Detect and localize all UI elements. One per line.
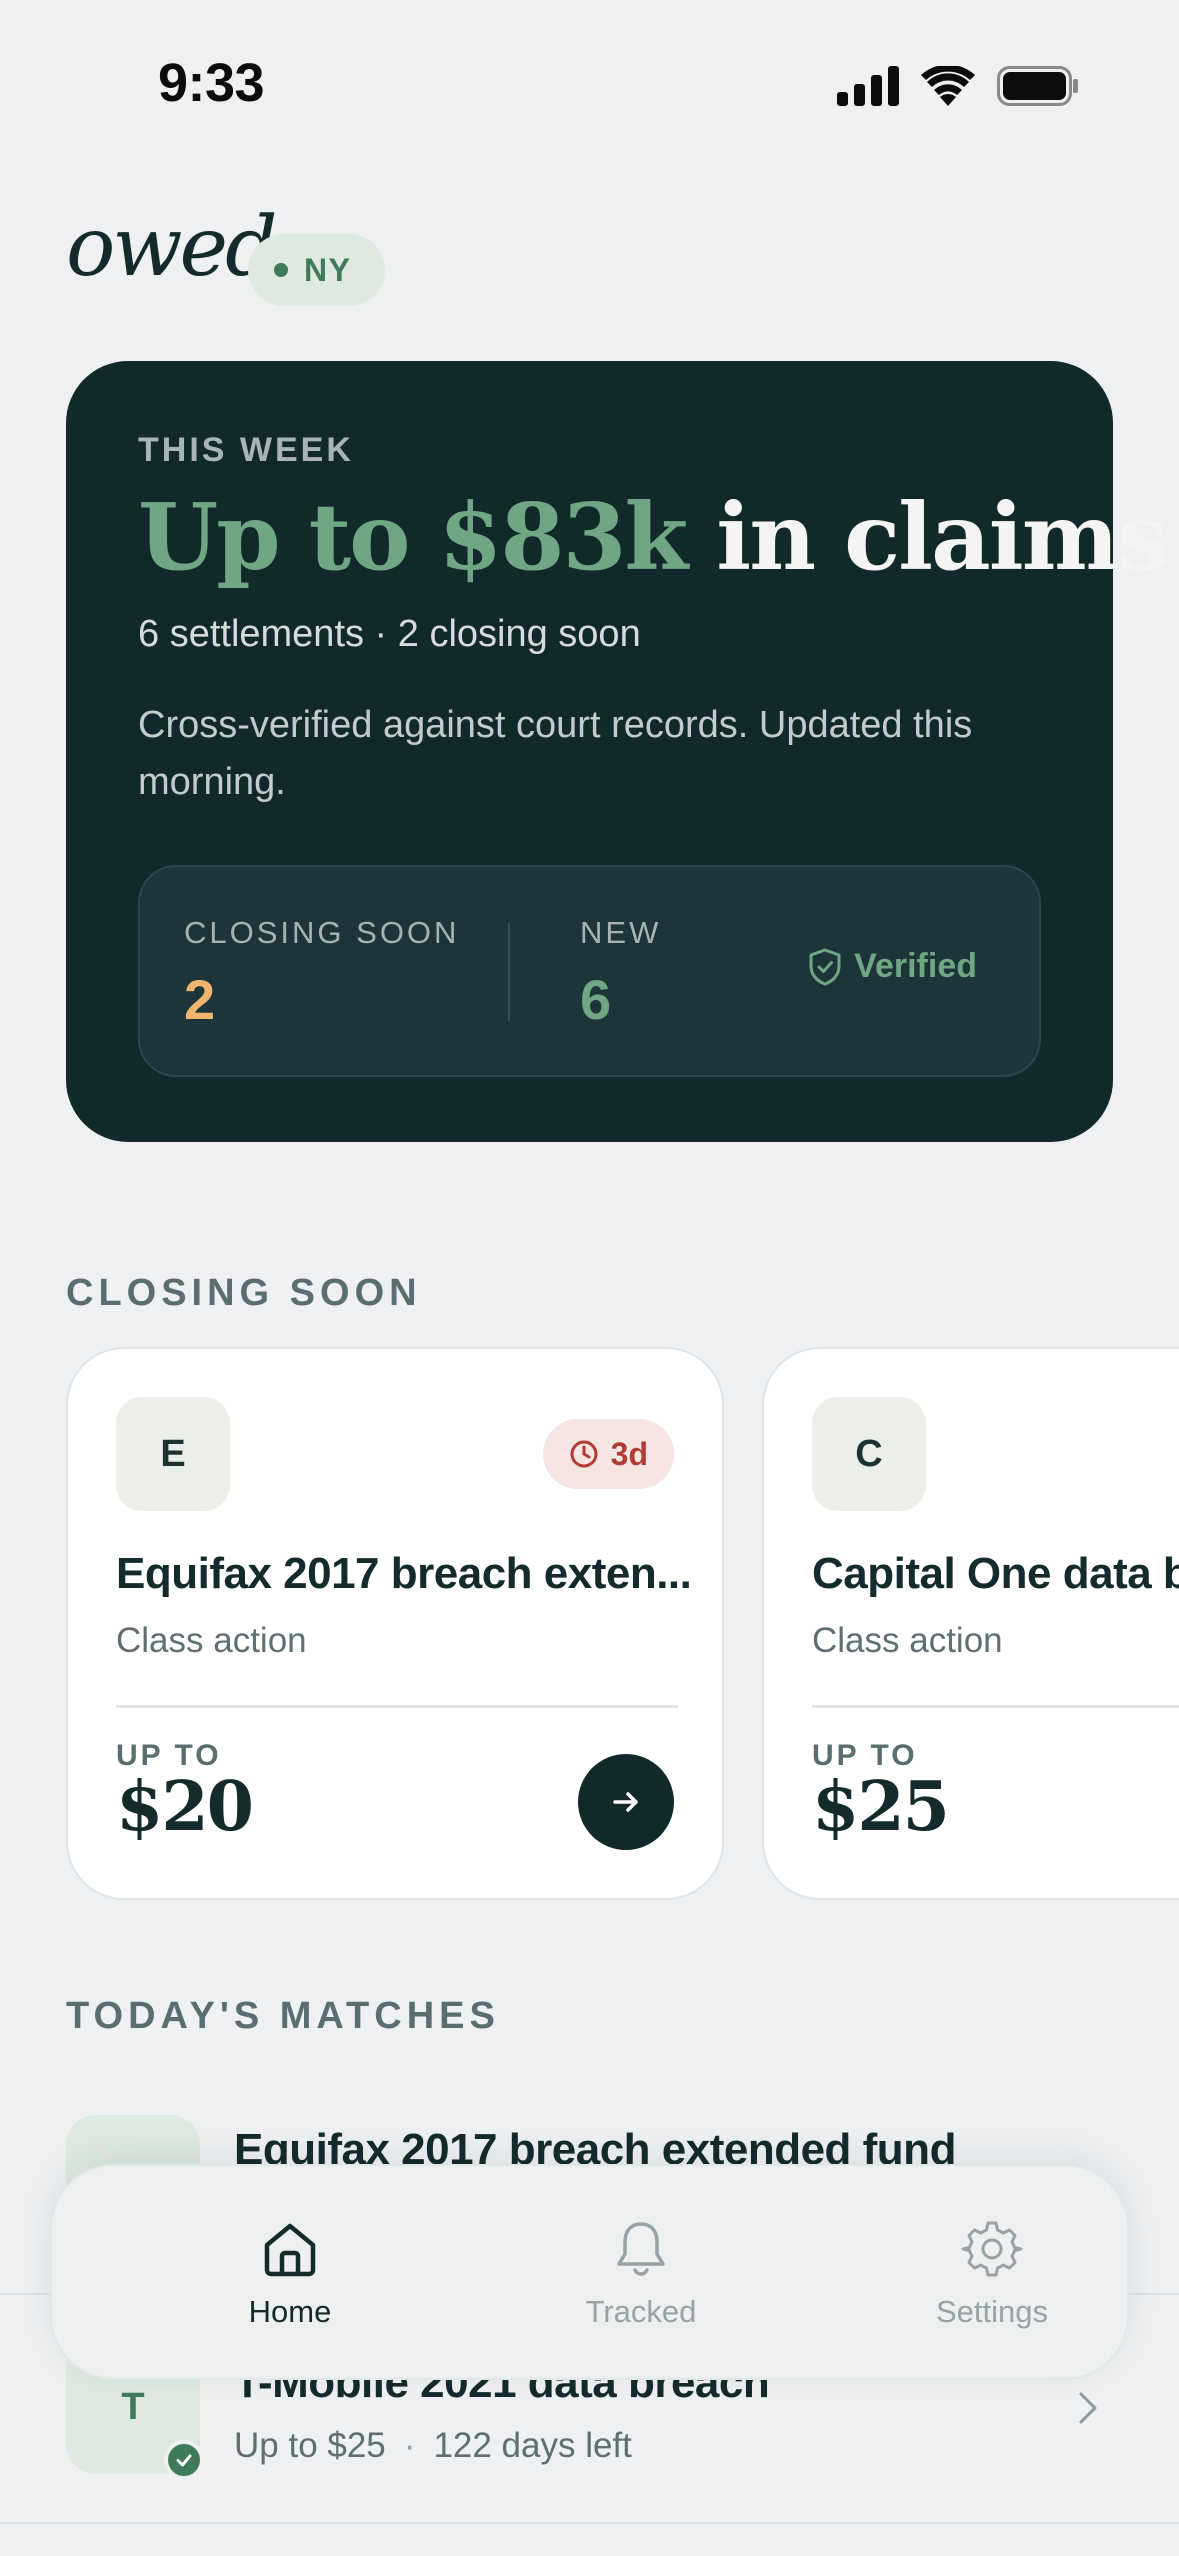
stat-divider — [508, 923, 510, 1021]
shield-check-icon — [809, 948, 841, 985]
closing-soon-heading: CLOSING SOON — [66, 1272, 422, 1314]
tab-home-label: Home — [248, 2294, 332, 2329]
todays-matches-heading: TODAY'S MATCHES — [66, 1995, 500, 2037]
card-avatar: E — [116, 1397, 230, 1511]
closing-card[interactable]: E 3d Equifax 2017 breach exten... Class … — [66, 1347, 724, 1900]
cellular-signal-icon — [837, 66, 899, 106]
hero-eyebrow: THIS WEEK — [138, 431, 354, 469]
status-time: 9:33 — [158, 53, 265, 113]
status-bar: 9:33 — [0, 0, 1179, 170]
tab-bar: Home Tracked Settings — [50, 2164, 1129, 2380]
deadline-badge: 3d — [542, 1419, 674, 1489]
match-days-left: 122 days left — [433, 2426, 632, 2465]
new-stat-label: NEW — [580, 915, 662, 950]
state-dot-icon — [274, 263, 288, 277]
tab-settings[interactable]: Settings — [867, 2166, 1117, 2382]
card-divider — [812, 1705, 1179, 1708]
closing-card[interactable]: C Capital One data breach Class action U… — [762, 1347, 1179, 1900]
tab-tracked-label: Tracked — [585, 2294, 697, 2329]
tab-home[interactable]: Home — [165, 2166, 415, 2382]
home-icon — [264, 2223, 316, 2277]
tab-tracked[interactable]: Tracked — [516, 2166, 766, 2382]
card-title: Capital One data breach — [812, 1549, 1179, 1598]
chevron-right-icon — [1079, 2392, 1097, 2424]
row-divider — [0, 2522, 1179, 2524]
open-claim-button[interactable] — [578, 1754, 674, 1850]
verified-check-icon — [164, 2440, 204, 2480]
tab-settings-label: Settings — [935, 2294, 1048, 2329]
clock-icon — [570, 1440, 598, 1468]
card-divider — [116, 1705, 678, 1708]
state-badge[interactable]: NY — [248, 234, 386, 306]
match-meta: Up to $25 · 122 days left — [234, 2426, 632, 2466]
card-amount: $25 — [812, 1767, 950, 1847]
closing-soon-stat-value: 2 — [184, 968, 216, 1031]
hero-title-rest: in claims — [716, 483, 1169, 591]
card-title: Equifax 2017 breach exten... — [116, 1549, 692, 1598]
card-type: Class action — [812, 1621, 1003, 1660]
new-stat-value: 6 — [580, 968, 612, 1031]
bell-icon — [617, 2222, 665, 2276]
card-type: Class action — [116, 1621, 307, 1660]
hero-title: Up to $83k in claims — [138, 483, 1169, 591]
gear-icon — [961, 2221, 1023, 2277]
app-logo: owed — [66, 200, 278, 295]
hero-subtitle: 6 settlements · 2 closing soon — [138, 613, 641, 655]
hero-description: Cross-verified against court records. Up… — [138, 704, 973, 803]
arrow-right-icon — [613, 1792, 638, 1812]
state-label: NY — [304, 251, 352, 288]
card-avatar: C — [812, 1397, 926, 1511]
hero-title-amount: Up to $83k — [138, 483, 688, 591]
hero-stats-panel: CLOSING SOON 2 NEW 6 Verified — [138, 865, 1041, 1077]
deadline-label: 3d — [610, 1435, 648, 1472]
verified-badge: Verified — [808, 947, 977, 986]
battery-icon — [997, 66, 1078, 106]
wifi-icon — [921, 66, 975, 106]
weekly-summary-card[interactable]: THIS WEEK Up to $83k in claims 6 settlem… — [66, 361, 1169, 1142]
status-icons — [837, 66, 1079, 106]
card-amount: $20 — [116, 1767, 254, 1847]
verified-label: Verified — [854, 947, 977, 985]
meta-separator: · — [403, 2426, 416, 2465]
closing-soon-stat-label: CLOSING SOON — [184, 915, 460, 950]
match-amount: Up to $25 — [234, 2426, 386, 2465]
